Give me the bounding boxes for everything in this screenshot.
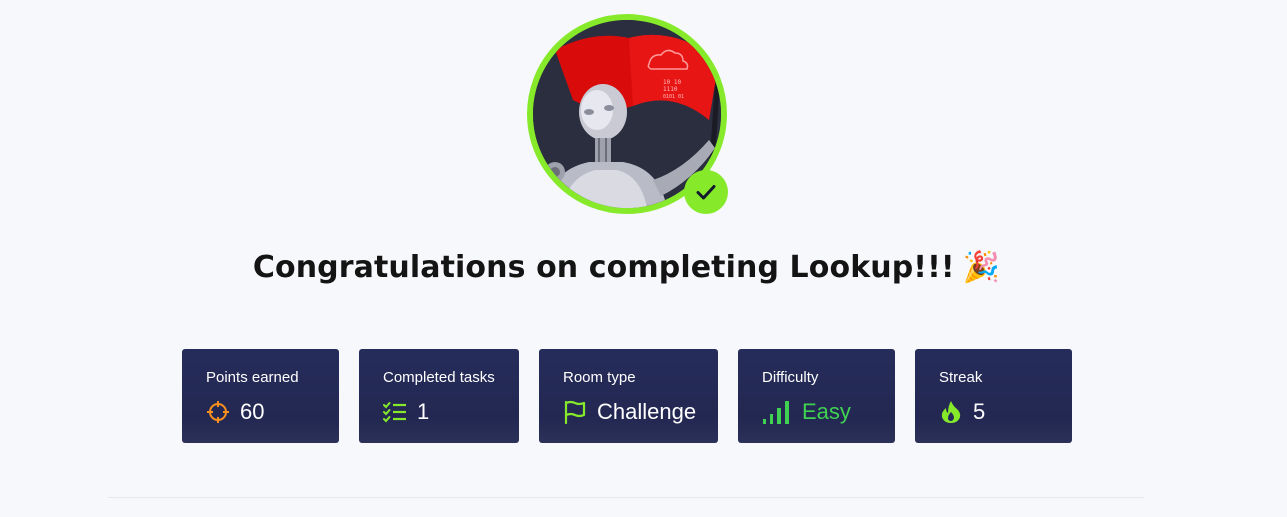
stat-card-difficulty: Difficulty Easy — [738, 349, 895, 443]
stat-card-points: Points earned 60 — [182, 349, 339, 443]
svg-text:10 10: 10 10 — [663, 79, 681, 86]
stat-value-difficulty: Easy — [802, 399, 851, 424]
stat-label-tasks: Completed tasks — [383, 369, 495, 386]
stat-label-streak: Streak — [939, 369, 983, 386]
stat-card-tasks: Completed tasks 1 — [359, 349, 519, 443]
flag-icon — [563, 400, 587, 424]
completion-title: Congratulations on completing Lookup!!! 🎉 — [0, 250, 1253, 285]
section-divider — [108, 497, 1144, 498]
stat-value-streak: 5 — [973, 399, 986, 424]
completion-title-text: Congratulations on completing Lookup!!! — [252, 250, 955, 285]
flame-icon — [939, 400, 963, 424]
svg-text:1110: 1110 — [663, 86, 678, 93]
signal-bars-icon — [762, 400, 792, 424]
stat-label-room-type: Room type — [563, 369, 636, 386]
checkmark-icon — [696, 185, 716, 200]
crosshair-icon — [206, 400, 230, 424]
stat-value-room-type: Challenge — [597, 399, 697, 424]
completion-avatar: 10 10 1110 0101 01 — [527, 14, 728, 214]
svg-text:0101 01: 0101 01 — [663, 94, 684, 100]
stat-card-streak: Streak 5 — [915, 349, 1072, 443]
completed-check-badge — [684, 170, 728, 214]
stat-label-points: Points earned — [206, 369, 299, 386]
room-completion-page: 10 10 1110 0101 01 Congratulations on co… — [0, 0, 1287, 517]
party-popper-icon: 🎉 — [962, 250, 1001, 285]
stat-value-points: 60 — [240, 399, 265, 424]
stat-label-difficulty: Difficulty — [762, 369, 819, 386]
stat-value-tasks: 1 — [417, 399, 430, 424]
stat-card-room-type: Room type Challenge — [539, 349, 718, 443]
checklist-icon — [383, 400, 407, 424]
